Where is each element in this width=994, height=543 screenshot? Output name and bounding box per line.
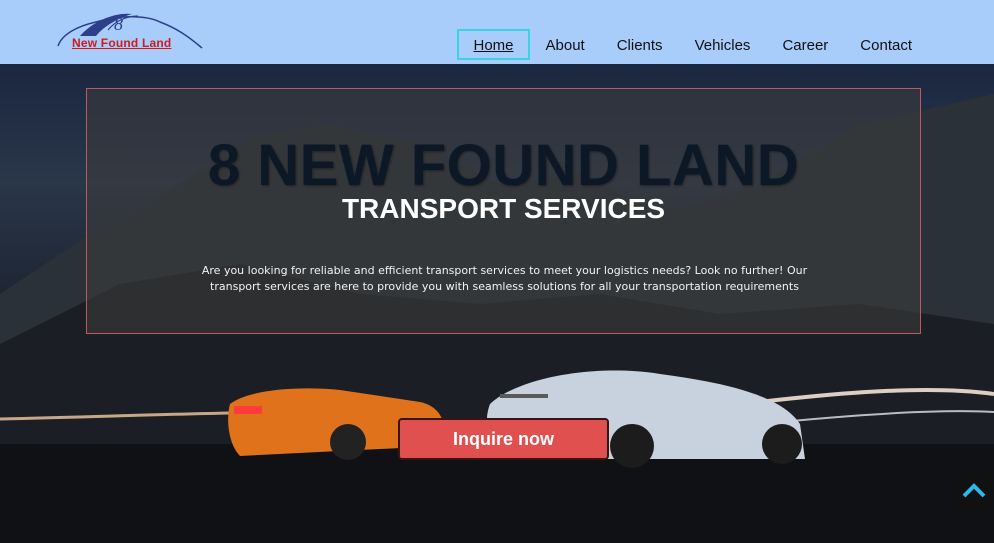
- nav-vehicles[interactable]: Vehicles: [679, 29, 767, 60]
- hero-title: 8 NEW FOUND LAND: [207, 133, 800, 198]
- nav-about[interactable]: About: [530, 29, 601, 60]
- hero-subtitle: TRANSPORT SERVICES: [341, 193, 666, 224]
- hero-section: 8 NEW FOUND LAND TRANSPORT SERVICES Are …: [0, 64, 994, 543]
- nav-home[interactable]: Home: [457, 29, 530, 60]
- nav-contact[interactable]: Contact: [844, 29, 928, 60]
- logo-text: New Found Land: [72, 36, 172, 50]
- hero-card: 8 NEW FOUND LAND TRANSPORT SERVICES Are …: [86, 88, 921, 334]
- chevron-up-icon: [962, 483, 985, 498]
- main-nav: Home About Clients Vehicles Career Conta…: [457, 29, 928, 60]
- site-logo[interactable]: 8 New Found Land: [56, 8, 206, 52]
- inquire-now-button[interactable]: Inquire now: [398, 418, 609, 460]
- hero-description: Are you looking for reliable and efficie…: [201, 264, 808, 293]
- back-to-top-button[interactable]: [955, 472, 992, 508]
- nav-clients[interactable]: Clients: [601, 29, 679, 60]
- nav-career[interactable]: Career: [766, 29, 844, 60]
- svg-text:8: 8: [114, 14, 123, 34]
- site-header: 8 New Found Land Home About Clients Vehi…: [0, 0, 994, 64]
